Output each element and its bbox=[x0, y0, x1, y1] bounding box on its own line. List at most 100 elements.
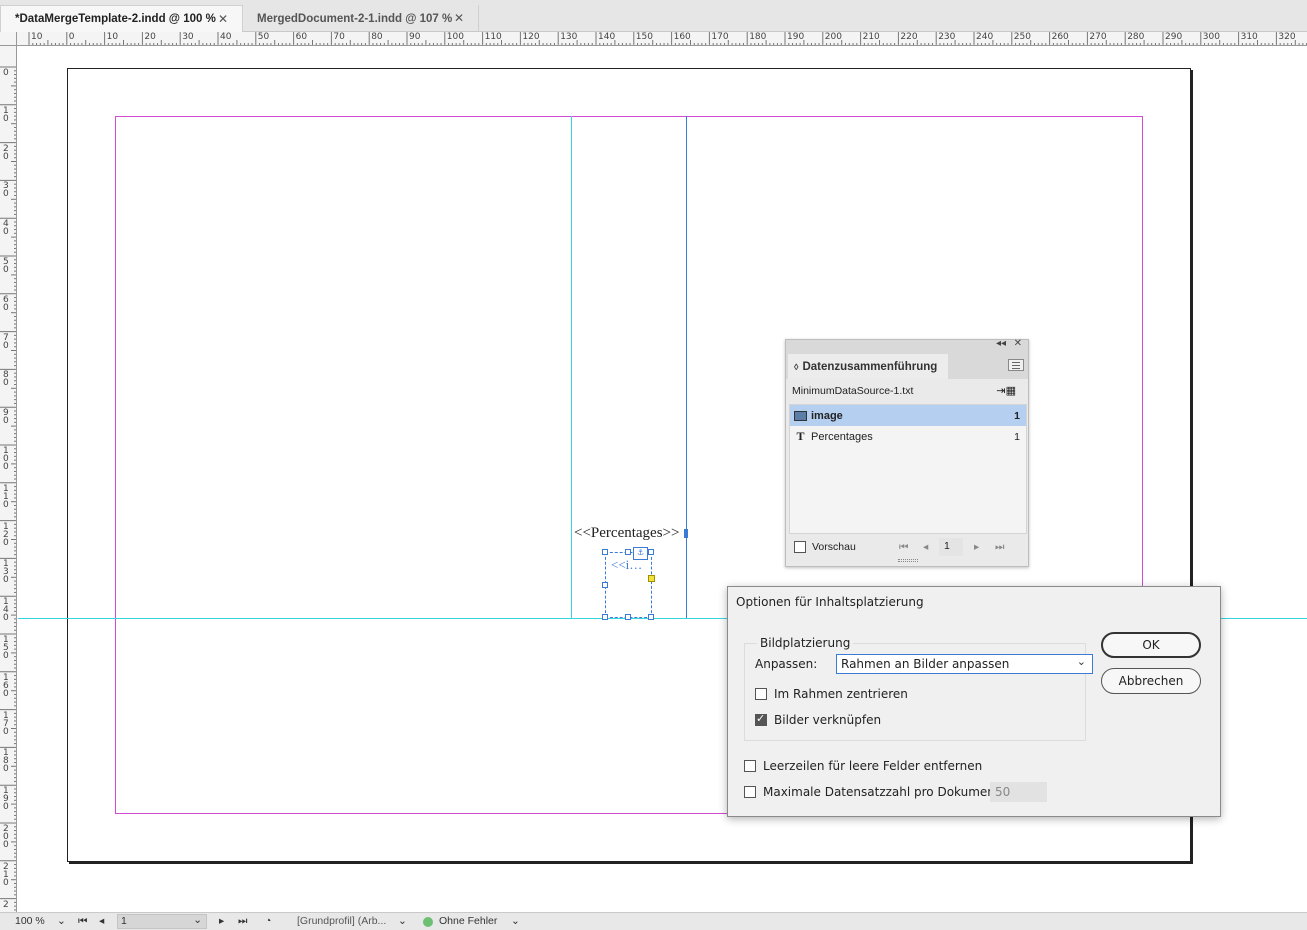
document-tab-bar: *DataMergeTemplate-2.indd @ 100 % ✕ Merg… bbox=[0, 0, 1307, 32]
resize-handle[interactable] bbox=[625, 614, 631, 620]
ruler-label: 290 bbox=[1165, 32, 1182, 42]
anchor-icon[interactable]: ⚓ bbox=[633, 547, 648, 560]
ruler-label: 320 bbox=[1278, 32, 1295, 42]
tab-datamerge-template[interactable]: *DataMergeTemplate-2.indd @ 100 % ✕ bbox=[0, 5, 243, 32]
panel-tab-data-merge[interactable]: ◊ Datenzusammenführung bbox=[788, 354, 948, 379]
chevron-down-icon[interactable]: ⌄ bbox=[511, 915, 520, 927]
ruler-label: 10 bbox=[3, 107, 11, 123]
max-records-label: Maximale Datensatzzahl pro Dokument: bbox=[763, 785, 1004, 799]
collapse-icon[interactable]: ◂◂ bbox=[996, 338, 1006, 349]
ruler-label: 100 bbox=[3, 447, 11, 471]
ruler-label: 200 bbox=[3, 825, 11, 849]
fit-dropdown[interactable]: Rahmen an Bilder anpassen ⌄ bbox=[836, 654, 1093, 674]
ruler-label: 140 bbox=[598, 32, 615, 42]
ok-button[interactable]: OK bbox=[1101, 632, 1201, 658]
column-guide[interactable] bbox=[686, 116, 687, 619]
close-icon[interactable]: ✕ bbox=[454, 11, 464, 25]
next-record-icon[interactable]: ▸ bbox=[974, 541, 979, 553]
vertical-ruler[interactable]: 0102030405060708090100110120130140150160… bbox=[0, 46, 17, 912]
field-count: 1 bbox=[1014, 431, 1020, 443]
link-images-row[interactable]: Bilder verknüpfen bbox=[755, 713, 881, 727]
image-placeholder-frame[interactable]: <<i… ⚓ bbox=[605, 552, 652, 618]
first-record-icon[interactable]: ⏮ bbox=[899, 541, 908, 554]
ruler-label: 30 bbox=[182, 32, 193, 42]
ruler-label: 310 bbox=[1241, 32, 1258, 42]
ruler-label: 150 bbox=[3, 636, 11, 660]
ruler-label: 20 bbox=[144, 32, 155, 42]
field-label: Percentages bbox=[811, 431, 873, 443]
remove-blank-lines-checkbox[interactable] bbox=[744, 760, 756, 772]
ruler-label: 180 bbox=[3, 749, 11, 773]
ruler-label: 170 bbox=[711, 32, 728, 42]
panel-title-bar[interactable]: ◂◂ ✕ bbox=[786, 340, 1028, 352]
tab-merged-document[interactable]: MergedDocument-2-1.indd @ 107 % ✕ bbox=[243, 5, 479, 32]
ruler-label: 70 bbox=[3, 334, 11, 350]
ruler-label: 100 bbox=[447, 32, 464, 42]
first-page-icon[interactable]: ⏮ bbox=[78, 915, 87, 928]
center-in-frame-checkbox[interactable] bbox=[755, 688, 767, 700]
text-field-icon: T bbox=[794, 429, 807, 444]
percentages-placeholder[interactable]: <<Percentages>> bbox=[574, 525, 679, 542]
page-number-field[interactable]: 1 ⌄ bbox=[117, 914, 207, 929]
column-guide[interactable] bbox=[571, 116, 572, 619]
max-records-checkbox[interactable] bbox=[744, 786, 756, 798]
preflight-gauge-icon[interactable]: ◔ bbox=[265, 915, 271, 927]
link-images-checkbox[interactable] bbox=[755, 714, 767, 726]
status-bar: 100 % ⌄ ⏮ ◂ 1 ⌄ ▸ ⏭ ◔ [Grundprofil] (Arb… bbox=[0, 912, 1307, 930]
panel-menu-icon[interactable] bbox=[1008, 359, 1024, 371]
resize-handle[interactable] bbox=[625, 549, 631, 555]
ruler-label: 200 bbox=[825, 32, 842, 42]
max-records-row[interactable]: Maximale Datensatzzahl pro Dokument: bbox=[744, 785, 1004, 799]
max-records-input[interactable]: 50 bbox=[990, 782, 1047, 802]
ruler-label: 170 bbox=[3, 712, 11, 736]
ruler-label: 60 bbox=[3, 296, 11, 312]
resize-handle[interactable] bbox=[602, 614, 608, 620]
horizontal-ruler[interactable]: 1001020304050607080901001101201301401501… bbox=[17, 32, 1307, 46]
preview-checkbox[interactable] bbox=[794, 541, 806, 553]
resize-handle[interactable] bbox=[648, 549, 654, 555]
center-in-frame-row[interactable]: Im Rahmen zentrieren bbox=[755, 687, 908, 701]
content-placement-options-dialog: Optionen für Inhaltsplatzierung Bildplat… bbox=[727, 586, 1221, 817]
ruler-label: 150 bbox=[636, 32, 653, 42]
ruler-label: 250 bbox=[1014, 32, 1031, 42]
field-list: image 1 T Percentages 1 bbox=[789, 404, 1027, 534]
resize-handle[interactable] bbox=[602, 549, 608, 555]
chevron-down-icon[interactable]: ⌄ bbox=[398, 915, 407, 927]
preflight-profile[interactable]: [Grundprofil] (Arb... bbox=[297, 915, 386, 927]
last-page-icon[interactable]: ⏭ bbox=[238, 915, 247, 928]
close-icon[interactable]: ✕ bbox=[1014, 338, 1022, 349]
last-record-icon[interactable]: ⏭ bbox=[995, 541, 1004, 554]
ruler-label: 10 bbox=[31, 32, 42, 42]
ruler-label: 0 bbox=[3, 69, 11, 77]
field-row-percentages[interactable]: T Percentages 1 bbox=[790, 426, 1026, 447]
data-source-name: MinimumDataSource-1.txt bbox=[792, 385, 913, 397]
panel-footer: Vorschau ⏮ ◂ 1 ▸ ⏭ bbox=[789, 536, 1027, 558]
ruler-label: 70 bbox=[333, 32, 344, 42]
panel-resize-grip[interactable] bbox=[898, 559, 918, 562]
create-merged-document-icon[interactable]: ⇥▦ bbox=[996, 384, 1016, 397]
ruler-label: 120 bbox=[3, 523, 11, 547]
remove-blank-lines-row[interactable]: Leerzeilen für leere Felder entfernen bbox=[744, 759, 982, 773]
text-frame-handle[interactable] bbox=[684, 529, 688, 538]
previous-page-icon[interactable]: ◂ bbox=[99, 915, 104, 927]
previous-record-icon[interactable]: ◂ bbox=[923, 541, 928, 553]
content-grabber-icon[interactable] bbox=[648, 575, 655, 582]
close-icon[interactable]: ✕ bbox=[218, 12, 228, 26]
ruler-label: 90 bbox=[3, 409, 11, 425]
cancel-button[interactable]: Abbrechen bbox=[1101, 668, 1201, 694]
fit-label: Anpassen: bbox=[755, 657, 817, 671]
panel-header: ◊ Datenzusammenführung bbox=[786, 352, 1028, 379]
ruler-label: 230 bbox=[938, 32, 955, 42]
chevron-down-icon: ⌄ bbox=[193, 914, 202, 926]
ruler-origin[interactable] bbox=[0, 32, 17, 46]
ruler-label: 160 bbox=[3, 674, 11, 698]
resize-handle[interactable] bbox=[602, 582, 608, 588]
resize-handle[interactable] bbox=[648, 614, 654, 620]
field-row-image[interactable]: image 1 bbox=[790, 405, 1026, 426]
record-number-field[interactable]: 1 bbox=[939, 538, 963, 556]
next-page-icon[interactable]: ▸ bbox=[219, 915, 224, 927]
data-source-row: MinimumDataSource-1.txt ⇥▦ bbox=[786, 379, 1028, 403]
ruler-label: 40 bbox=[3, 220, 11, 236]
chevron-down-icon[interactable]: ⌄ bbox=[57, 915, 66, 927]
zoom-level[interactable]: 100 % bbox=[15, 915, 45, 927]
